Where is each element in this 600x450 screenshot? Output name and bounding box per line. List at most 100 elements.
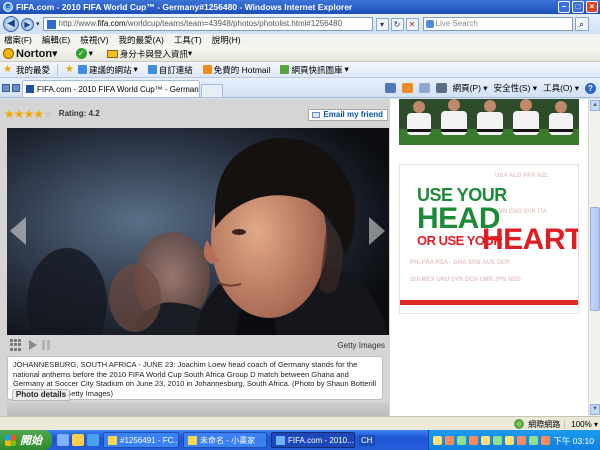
favorites-star-icon[interactable]: ★ (3, 64, 12, 75)
stop-icon[interactable]: ✕ (405, 17, 419, 31)
vertical-scrollbar[interactable]: ▲ ▼ (588, 99, 600, 416)
identity-safe-button[interactable]: 身分卡與登入資訊 ▾ (106, 48, 192, 60)
norton-logo[interactable]: Norton ▾ (3, 47, 58, 60)
menu-file[interactable]: 檔案(F) (4, 34, 32, 46)
task-label: FIFA.com - 2010... (288, 435, 354, 445)
main-photo[interactable] (7, 128, 389, 335)
tray-icon[interactable] (469, 435, 478, 445)
print-icon[interactable] (435, 83, 447, 93)
norton-toolbar: Norton ▾ ✓ ▾ 身分卡與登入資訊 ▾ (0, 46, 600, 62)
id-card-icon (106, 49, 118, 58)
window-title: FIFA.com - 2010 FIFA World Cup™ - German… (16, 2, 353, 12)
close-button[interactable]: × (586, 1, 598, 13)
search-icon[interactable]: ⌕ (574, 17, 589, 31)
ad-red-bar (400, 300, 578, 305)
next-photo-arrow-icon[interactable] (369, 217, 385, 245)
quick-tabs-icon[interactable] (2, 84, 10, 92)
tray-icon[interactable] (457, 435, 466, 445)
minimize-button[interactable]: – (558, 1, 570, 13)
play-icon[interactable] (29, 340, 37, 350)
thumbnail-grid-icon[interactable] (10, 339, 22, 351)
menu-view[interactable]: 檢視(V) (80, 34, 108, 46)
pause-icon[interactable] (42, 340, 50, 350)
scroll-down-icon[interactable]: ▼ (590, 404, 600, 415)
zoom-level: 100% (571, 419, 592, 429)
refresh-icon[interactable]: ↻ (390, 17, 404, 31)
menu-tools[interactable]: 工具(T) (174, 34, 202, 46)
menu-favorites[interactable]: 我的最愛(A) (119, 34, 164, 46)
start-button[interactable]: 開始 (0, 430, 52, 450)
new-tab-button[interactable] (201, 84, 223, 97)
tools-menu[interactable]: 工具(O) ▾ (543, 82, 579, 94)
fav-link-label: 自訂連結 (158, 64, 193, 75)
photo-details-tab[interactable]: Photo details (12, 389, 70, 401)
page-icon (46, 19, 56, 29)
team-photo[interactable] (399, 99, 579, 145)
show-desktop-icon[interactable] (87, 434, 99, 446)
fav-suggested-sites[interactable]: 建議的網站 ▾ (77, 64, 138, 76)
safe-status-dropdown-icon[interactable]: ▾ (89, 48, 93, 59)
email-friend-button[interactable]: Email my friend (308, 109, 388, 121)
details-panel-bar (7, 402, 389, 416)
tray-icon[interactable] (529, 435, 538, 445)
favorites-label[interactable]: 我的最愛 (16, 64, 50, 76)
tray-icon[interactable] (517, 435, 526, 445)
fav-custom-links[interactable]: 自訂連結 (147, 64, 193, 76)
maximize-button[interactable]: □ (572, 1, 584, 13)
scroll-up-icon[interactable]: ▲ (590, 100, 600, 111)
back-button[interactable]: ◀ (3, 16, 19, 32)
tray-icon[interactable] (493, 435, 502, 445)
forward-button[interactable]: ▶ (21, 17, 34, 31)
address-bar: ◀ ▶ ▾ http://www. fifa.com/worldcup/teams… (0, 14, 600, 34)
menu-edit[interactable]: 編輯(E) (42, 34, 70, 46)
help-icon[interactable]: ? (585, 82, 596, 94)
coach-photo-image (7, 128, 389, 335)
add-favorite-icon[interactable]: ★ (65, 64, 74, 75)
url-prefix: http://www. (58, 19, 98, 28)
rating-label: Rating: 4.2 (58, 109, 100, 118)
zoom-dropdown-icon: ▾ (593, 419, 598, 429)
tray-icon[interactable] (481, 435, 490, 445)
clock[interactable]: 下午 03:10 (553, 435, 594, 447)
taskbar-item-paint[interactable]: 未命名 - 小畫家 (183, 432, 267, 448)
fifa-ad-banner[interactable]: USA ALG PAR NZL SVN ENG SVK ITA PHI FRA … (399, 164, 579, 314)
url-field[interactable]: http://www. fifa.com/worldcup/teams/team=… (42, 17, 373, 31)
fav-web-slice-gallery[interactable]: 網頁快訊圖庫 ▾ (280, 64, 349, 76)
mail-icon[interactable] (418, 83, 430, 93)
scroll-thumb[interactable] (590, 207, 600, 311)
email-friend-label: Email my friend (323, 110, 383, 119)
zoom-control[interactable]: 100% ▾ (564, 419, 598, 429)
task-label: 未命名 - 小畫家 (200, 435, 256, 445)
address-dropdown-icon[interactable]: ▾ (375, 17, 389, 31)
live-search-input[interactable]: Live Search (422, 17, 573, 31)
rating-stars[interactable]: ★★★★★ (4, 107, 54, 121)
app-icon (108, 435, 117, 445)
language-indicator[interactable]: CH (359, 434, 375, 446)
taskbar-item-fc[interactable]: #1256491 - FC... (103, 432, 179, 448)
page-menu[interactable]: 網頁(P) ▾ (453, 82, 488, 94)
home-icon[interactable] (384, 83, 396, 93)
quick-launch (57, 434, 99, 446)
norton-label: Norton (16, 47, 53, 60)
tray-icon[interactable] (505, 435, 514, 445)
fav-link-label: 免費的 Hotmail (213, 64, 271, 75)
ie-icon (77, 65, 87, 74)
previous-photo-arrow-icon[interactable] (10, 217, 26, 245)
taskbar-item-ie[interactable]: FIFA.com - 2010... (271, 432, 355, 448)
fav-hotmail[interactable]: 免費的 Hotmail (202, 64, 271, 76)
tools-menu-label: 工具(O) (543, 83, 573, 93)
ad-background-text: SUI MEX URU SVN DEN CMR JPN NED (410, 277, 521, 283)
safe-status-icon[interactable]: ✓ (75, 48, 87, 59)
menu-help[interactable]: 說明(H) (212, 34, 241, 46)
folder-quicklaunch-icon[interactable] (72, 434, 84, 446)
tab-fifa[interactable]: FIFA.com - 2010 FIFA World Cup™ - German… (22, 80, 200, 97)
tray-icon[interactable] (433, 435, 442, 445)
ie-quicklaunch-icon[interactable] (57, 434, 69, 446)
tab-list-icon[interactable] (12, 84, 20, 92)
safety-menu[interactable]: 安全性(S) ▾ (494, 82, 538, 94)
feeds-icon[interactable] (401, 83, 413, 93)
divider (56, 63, 58, 76)
tray-icon[interactable] (541, 435, 550, 445)
history-dropdown-icon[interactable]: ▾ (36, 20, 40, 28)
tray-icon[interactable] (445, 435, 454, 445)
